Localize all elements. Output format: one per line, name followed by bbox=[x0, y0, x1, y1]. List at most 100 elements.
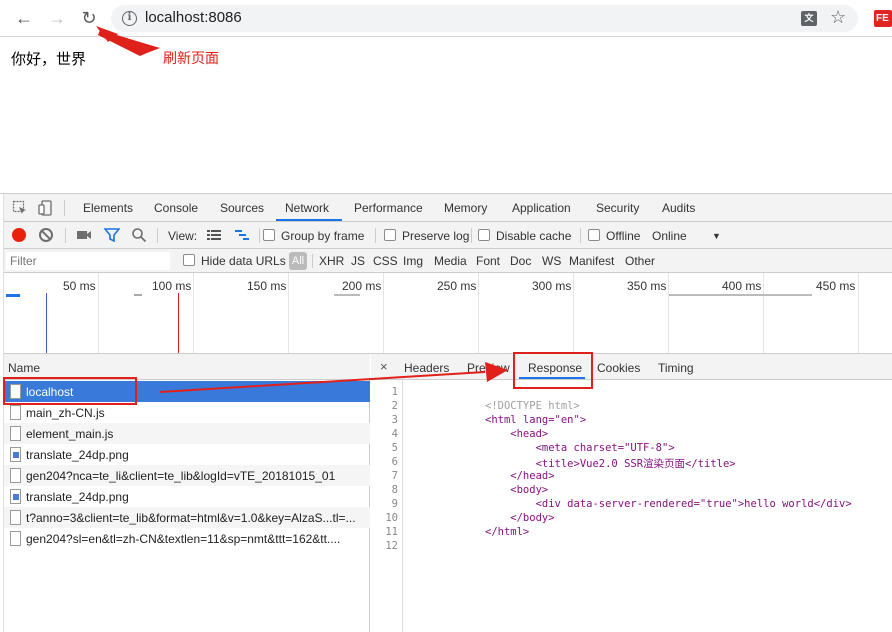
tab-preview[interactable]: Preview bbox=[467, 361, 510, 375]
filter-xhr[interactable]: XHR bbox=[319, 254, 344, 268]
tick-line bbox=[573, 273, 574, 353]
offline-checkbox[interactable] bbox=[588, 229, 600, 241]
filter-all-button[interactable]: All bbox=[289, 252, 307, 270]
forward-button[interactable]: → bbox=[46, 7, 68, 29]
filter-doc[interactable]: Doc bbox=[510, 254, 531, 268]
response-body[interactable]: 1 2 3 4 5 6 7 8 9 10 11 12 <!DOCTYPE htm… bbox=[371, 380, 892, 632]
bookmark-star-icon[interactable]: ☆ bbox=[830, 7, 846, 28]
tab-application[interactable]: Application bbox=[512, 201, 571, 215]
separator bbox=[471, 228, 472, 243]
tick-line bbox=[668, 273, 669, 353]
clear-icon[interactable] bbox=[39, 228, 53, 242]
filter-other[interactable]: Other bbox=[625, 254, 655, 268]
filter-img[interactable]: Img bbox=[403, 254, 423, 268]
request-name: translate_24dp.png bbox=[26, 448, 129, 462]
image-icon bbox=[10, 447, 21, 462]
filter-funnel-icon[interactable] bbox=[103, 227, 121, 243]
filter-media[interactable]: Media bbox=[434, 254, 467, 268]
tick-label: 50 ms bbox=[63, 279, 96, 293]
tab-elements[interactable]: Elements bbox=[83, 201, 133, 215]
separator bbox=[259, 228, 260, 243]
throttle-select[interactable]: Online bbox=[652, 229, 687, 243]
line-number: 8 bbox=[391, 484, 398, 496]
dom-content-loaded-marker bbox=[46, 293, 47, 353]
highlight-box-localhost bbox=[3, 377, 137, 405]
tick-label: 250 ms bbox=[437, 279, 477, 293]
filter-input[interactable] bbox=[6, 252, 170, 270]
tab-audits[interactable]: Audits bbox=[662, 201, 695, 215]
request-row[interactable]: translate_24dp.png bbox=[4, 486, 370, 507]
tab-network[interactable]: Network bbox=[285, 201, 329, 215]
code-line-7: </head> bbox=[485, 470, 555, 482]
filter-font[interactable]: Font bbox=[476, 254, 500, 268]
line-number: 6 bbox=[391, 456, 398, 468]
request-name: t?anno=3&client=te_lib&format=html&v=1.0… bbox=[26, 511, 356, 525]
preserve-log-checkbox[interactable] bbox=[384, 229, 396, 241]
line-gutter: 1 2 3 4 5 6 7 8 9 10 11 12 bbox=[371, 380, 403, 632]
extension-icon[interactable]: FE bbox=[874, 10, 892, 27]
request-name: gen204?nca=te_li&client=te_lib&logId=vTE… bbox=[26, 469, 336, 483]
filter-js[interactable]: JS bbox=[351, 254, 365, 268]
code-line-6: <title>Vue2.0 SSR渲染页面</title> bbox=[485, 458, 736, 470]
code-line-8: <body> bbox=[485, 484, 549, 496]
disable-cache-label: Disable cache bbox=[496, 229, 572, 243]
record-button[interactable] bbox=[12, 228, 26, 242]
filter-bar: Hide data URLs All XHR JS CSS Img Media … bbox=[4, 249, 892, 273]
browser-toolbar: ← → ↻ i localhost:8086 文 ☆ FE bbox=[0, 0, 892, 37]
tab-security[interactable]: Security bbox=[596, 201, 639, 215]
timeline-overview[interactable]: 50 ms 100 ms 150 ms 200 ms 250 ms 300 ms… bbox=[4, 273, 892, 354]
device-toolbar-icon[interactable] bbox=[38, 200, 54, 216]
request-row[interactable]: element_main.js bbox=[4, 423, 370, 444]
tick-line bbox=[98, 273, 99, 353]
waterfall-icon[interactable] bbox=[234, 227, 250, 243]
hide-data-urls-label: Hide data URLs bbox=[201, 254, 286, 268]
address-bar[interactable]: i localhost:8086 文 ☆ bbox=[111, 5, 858, 32]
hide-data-urls-checkbox[interactable] bbox=[183, 254, 195, 266]
group-by-frame-checkbox[interactable] bbox=[263, 229, 275, 241]
request-row[interactable]: translate_24dp.png bbox=[4, 444, 370, 465]
inspect-element-icon[interactable] bbox=[12, 200, 28, 216]
request-row[interactable]: t?anno=3&client=te_lib&format=html&v=1.0… bbox=[4, 507, 370, 528]
offline-label: Offline bbox=[606, 229, 641, 243]
request-bar bbox=[334, 294, 360, 296]
code-line-9: <div data-server-rendered="true">hello w… bbox=[485, 498, 852, 510]
search-icon[interactable] bbox=[131, 227, 147, 243]
tick-label: 450 ms bbox=[816, 279, 856, 293]
devtools: Elements Console Sources Network Perform… bbox=[0, 193, 892, 632]
filter-manifest[interactable]: Manifest bbox=[569, 254, 614, 268]
request-row[interactable]: main_zh-CN.js bbox=[4, 402, 370, 423]
filter-css[interactable]: CSS bbox=[373, 254, 398, 268]
tab-sources[interactable]: Sources bbox=[220, 201, 264, 215]
request-name: translate_24dp.png bbox=[26, 490, 129, 504]
page-text: 你好，世界 bbox=[11, 50, 87, 68]
request-row[interactable]: gen204?nca=te_li&client=te_lib&logId=vTE… bbox=[4, 465, 370, 486]
line-number: 2 bbox=[391, 400, 398, 412]
tab-console[interactable]: Console bbox=[154, 201, 198, 215]
tab-performance[interactable]: Performance bbox=[354, 201, 423, 215]
group-by-frame-label: Group by frame bbox=[281, 229, 365, 243]
separator bbox=[375, 228, 376, 243]
large-rows-icon[interactable] bbox=[206, 227, 222, 243]
tab-cookies[interactable]: Cookies bbox=[597, 361, 640, 375]
chevron-down-icon[interactable]: ▼ bbox=[712, 231, 721, 241]
request-bar bbox=[6, 294, 20, 297]
filter-ws[interactable]: WS bbox=[542, 254, 561, 268]
close-icon[interactable]: × bbox=[380, 359, 388, 374]
request-row[interactable]: gen204?sl=en&tl=zh-CN&textlen=11&sp=nmt&… bbox=[4, 528, 370, 549]
code-line-10: </body> bbox=[485, 512, 555, 524]
url-text[interactable]: localhost:8086 bbox=[145, 9, 242, 26]
tab-memory[interactable]: Memory bbox=[444, 201, 487, 215]
devtools-tab-bar: Elements Console Sources Network Perform… bbox=[4, 194, 892, 222]
info-icon[interactable]: i bbox=[122, 11, 137, 26]
tab-timing[interactable]: Timing bbox=[658, 361, 694, 375]
camera-icon[interactable] bbox=[76, 227, 92, 243]
back-button[interactable]: ← bbox=[13, 7, 35, 29]
line-number: 10 bbox=[385, 512, 398, 524]
reload-button[interactable]: ↻ bbox=[78, 7, 100, 29]
translate-icon[interactable]: 文 bbox=[801, 11, 817, 26]
disable-cache-checkbox[interactable] bbox=[478, 229, 490, 241]
line-number: 4 bbox=[391, 428, 398, 440]
tab-headers[interactable]: Headers bbox=[404, 361, 449, 375]
line-number: 11 bbox=[385, 526, 398, 538]
separator bbox=[64, 200, 65, 216]
